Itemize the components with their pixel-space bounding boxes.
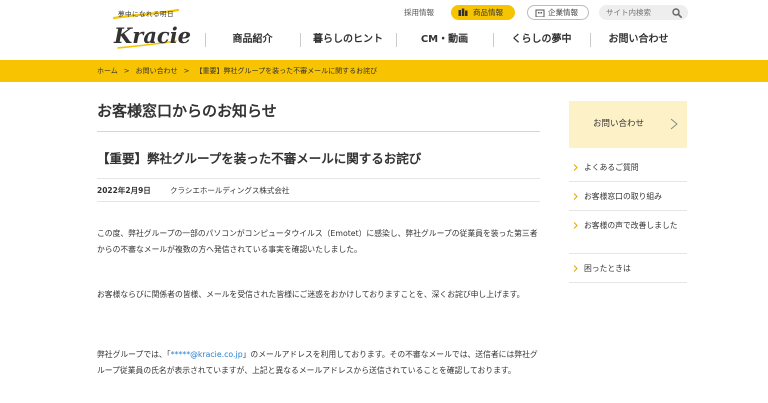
bottles-icon xyxy=(458,8,468,16)
products-info-button[interactable]: 商品情報 xyxy=(451,5,515,20)
kracie-logo[interactable]: 夢中になれる明日 Kracie xyxy=(112,6,191,54)
chevron-right-icon xyxy=(573,265,578,272)
recruit-link[interactable]: 採用情報 xyxy=(404,6,434,20)
chevron-right-icon xyxy=(573,193,578,200)
sidebar-link-initiatives[interactable]: お客様窓口の取り組み xyxy=(569,189,687,204)
breadcrumb-separator: > xyxy=(123,67,130,75)
breadcrumb-separator: > xyxy=(183,67,190,75)
sidebar-divider xyxy=(569,210,687,211)
logo-wordmark: Kracie xyxy=(114,23,192,48)
sidebar-link-label: お客様の声で改善しました xyxy=(584,221,678,230)
corporate-info-label: 企業情報 xyxy=(548,8,578,17)
meta-divider xyxy=(97,178,540,179)
article-paragraph: 弊社グループでは、「*****@kracie.co.jp」のメールアドレスを利用… xyxy=(97,347,542,379)
sidebar-link-improvements[interactable]: お客様の声で改善しました xyxy=(569,218,687,233)
paragraph-text: 弊社グループでは、「 xyxy=(97,350,171,359)
title-divider xyxy=(97,131,540,132)
email-address-link[interactable]: *****@kracie.co.jp xyxy=(171,350,243,359)
breadcrumb-bar: ホーム > お問い合わせ > 【重要】弊社グループを装った不審メールに関するお詫び xyxy=(0,60,768,82)
article-paragraph: お客様ならびに関係者の皆様、メールを受信された皆様にご迷惑をおかけしておりますこ… xyxy=(97,290,525,299)
nav-item-kurashi[interactable]: くらしの夢中 xyxy=(493,30,590,50)
chevron-right-icon xyxy=(670,118,678,130)
corporate-info-button[interactable]: 企業情報 xyxy=(527,5,589,20)
breadcrumb: ホーム > お問い合わせ > 【重要】弊社グループを装った不審メールに関するお詫び xyxy=(97,60,377,82)
meta-divider xyxy=(97,201,540,202)
article-date: 2022年2月9日 xyxy=(97,186,151,195)
site-header: 夢中になれる明日 Kracie 採用情報 商品情報 企業情報 商品紹介 暮らしの… xyxy=(0,0,768,60)
sidebar-divider xyxy=(569,253,687,254)
sidebar-link-trouble[interactable]: 困ったときは xyxy=(569,261,687,276)
breadcrumb-contact[interactable]: お問い合わせ xyxy=(136,60,178,82)
sidebar-contact-label: お問い合わせ xyxy=(593,119,645,129)
search-icon[interactable] xyxy=(672,8,682,18)
article-company: クラシエホールディングス株式会社 xyxy=(170,186,290,195)
products-info-label: 商品情報 xyxy=(473,8,503,17)
nav-item-products[interactable]: 商品紹介 xyxy=(205,30,300,50)
nav-item-cm-video[interactable]: CM・動画 xyxy=(396,30,493,50)
nav-item-contact[interactable]: お問い合わせ xyxy=(590,30,687,50)
nav-item-tips[interactable]: 暮らしのヒント xyxy=(300,30,396,50)
sidebar-divider xyxy=(569,181,687,182)
sidebar-contact-box[interactable]: お問い合わせ xyxy=(569,101,687,148)
breadcrumb-home[interactable]: ホーム xyxy=(97,60,118,82)
article-paragraph: この度、弊社グループの一部のパソコンがコンピュータウイルス（Emotet）に感染… xyxy=(97,229,538,254)
sidebar-link-faq[interactable]: よくあるご質問 xyxy=(569,160,687,175)
building-icon xyxy=(535,9,545,17)
sidebar-divider xyxy=(569,282,687,283)
sidebar-link-label: 困ったときは xyxy=(584,264,631,273)
sidebar-link-label: よくあるご質問 xyxy=(584,163,639,172)
article-title: 【重要】弊社グループを装った不審メールに関するお詫び xyxy=(97,151,422,166)
page-title: お客様窓口からのお知らせ xyxy=(97,102,277,120)
logo-tagline: 夢中になれる明日 xyxy=(118,10,174,18)
sidebar-link-label: お客様窓口の取り組み xyxy=(584,192,662,201)
chevron-right-icon xyxy=(573,222,578,229)
breadcrumb-current: 【重要】弊社グループを装った不審メールに関するお詫び xyxy=(195,67,378,75)
chevron-right-icon xyxy=(573,164,578,171)
